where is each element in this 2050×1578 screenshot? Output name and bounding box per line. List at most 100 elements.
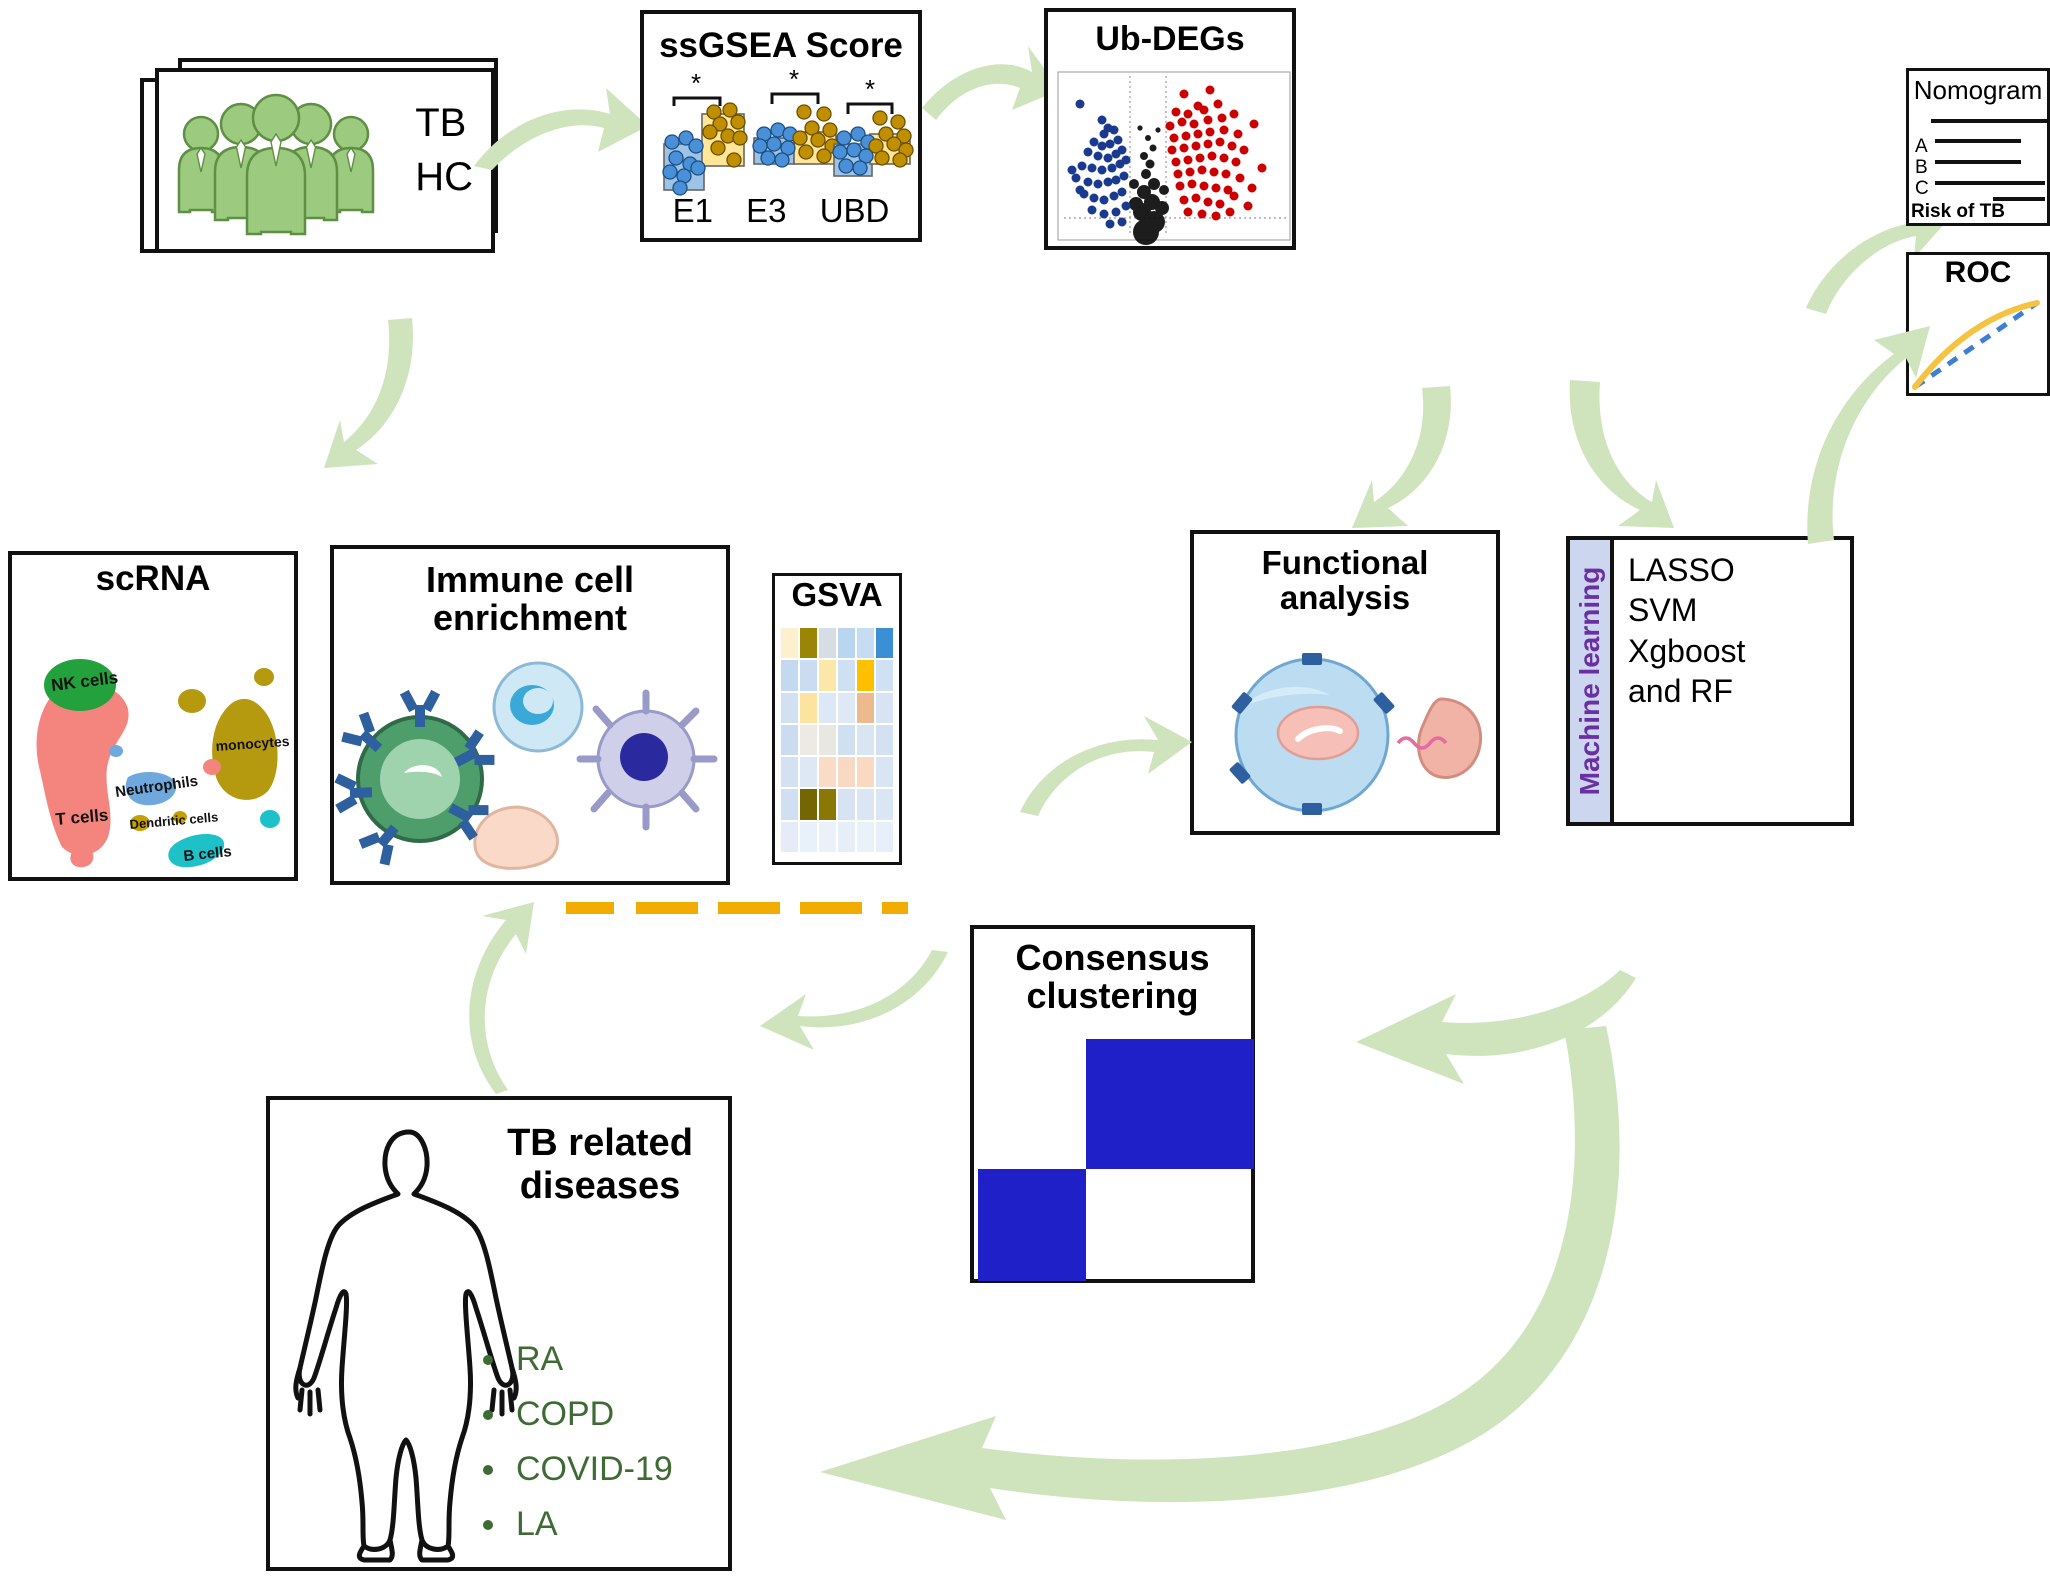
dash-segment-3	[718, 902, 780, 914]
gsva-cell	[876, 757, 893, 788]
svg-text:*: *	[789, 64, 799, 94]
svg-text:*: *	[865, 74, 875, 104]
svg-text:B cells: B cells	[183, 843, 233, 865]
gsva-cell	[781, 628, 798, 659]
arrow-cohort-to-ssgsea	[474, 88, 648, 170]
immune-cells-illustration	[334, 661, 718, 870]
scrna-umap-chart: NK cells T cells Neutrophils monocytes D…	[36, 659, 290, 868]
gsva-cell	[781, 692, 798, 723]
gsva-cell	[857, 757, 874, 788]
gsva-cell	[857, 724, 874, 756]
svg-text:*: *	[691, 68, 701, 98]
gsva-cell	[800, 628, 817, 659]
ml-method-xgboost: Xgboost	[1628, 632, 1746, 669]
gsva-cell	[876, 724, 893, 756]
arrow-ssgsea-to-volcano	[922, 46, 1060, 120]
nomogram-label-a: A	[1915, 136, 1928, 157]
tb-disease-ra: RA	[510, 1332, 673, 1387]
gsva-cell	[800, 660, 817, 691]
gsva-cell	[819, 660, 836, 691]
tb-disease-la: LA	[510, 1497, 673, 1552]
ssgsea-category-e1: E1	[672, 192, 713, 229]
nomogram-panel[interactable]: Nomogram A B C Risk of TB	[1906, 68, 2050, 226]
cohort-group-labels: TB HC	[415, 96, 473, 204]
machine-learning-side-banner: Machine learning	[1570, 540, 1614, 822]
gsva-cell	[781, 660, 798, 691]
cohort-label-tb: TB	[415, 101, 467, 145]
gsva-cell	[876, 692, 893, 723]
gsva-cell	[819, 724, 836, 756]
arrow-machine-learning-to-tb-diseases	[820, 1026, 1620, 1520]
volcano-plot-chart	[1057, 71, 1291, 245]
nomogram-risk-label: Risk of TB	[1911, 201, 2005, 222]
functional-analysis-panel[interactable]: Functional analysis	[1190, 530, 1500, 835]
nomogram-title: Nomogram	[1913, 75, 2043, 105]
tb-disease-copd: COPD	[510, 1387, 673, 1442]
ssgsea-panel[interactable]: ssGSEA Score * * * E1 E3 UBD	[640, 10, 922, 242]
tb-related-diseases-panel[interactable]: TB related diseases RA COPD COVID-19 LA	[266, 1096, 732, 1571]
cohort-label-hc: HC	[415, 155, 473, 199]
gsva-cell	[819, 628, 836, 659]
volcano-title: Ub-DEGs	[1095, 20, 1245, 58]
gsva-cell	[838, 821, 855, 852]
nomogram-label-b: B	[1915, 157, 1928, 178]
gsva-cell	[800, 724, 817, 756]
volcano-panel[interactable]: Ub-DEGs	[1044, 8, 1296, 250]
scrna-panel[interactable]: scRNA NK cells T cells Neutrophils monoc…	[8, 551, 298, 881]
ssgsea-category-ubd: UBD	[819, 192, 890, 229]
ml-method-svm: SVM	[1628, 592, 1698, 629]
tb-related-diseases-title: TB related diseases	[507, 1122, 693, 1208]
arrow-tb-diseases-to-immune	[469, 902, 534, 1094]
machine-learning-side-label: Machine learning	[1574, 566, 1605, 796]
gsva-cell	[781, 724, 798, 756]
gsva-cell	[838, 724, 855, 756]
gsva-cell	[800, 789, 817, 820]
arrow-volcano-to-machine-learning	[1569, 380, 1674, 528]
gsva-cell	[876, 789, 893, 820]
gsva-cell	[819, 821, 836, 852]
cohort-panel[interactable]: TB HC	[155, 68, 495, 253]
cell-signaling-illustration	[1229, 653, 1483, 815]
dash-segment-4	[800, 902, 862, 914]
dash-segment-2	[636, 902, 698, 914]
nomogram-bar-a	[1935, 139, 2021, 143]
gsva-panel[interactable]: GSVA	[772, 573, 902, 865]
gsva-title: GSVA	[791, 576, 883, 613]
dash-segment-5	[882, 902, 908, 914]
gsva-cell	[876, 821, 893, 852]
nomogram-bar-c	[1935, 181, 2045, 185]
nomogram-scales: A B C	[1909, 119, 2049, 200]
machine-learning-panel[interactable]: Machine learning LASSO SVM Xgboost and R…	[1566, 536, 1854, 826]
gsva-cell	[857, 692, 874, 723]
arrow-to-functional-analysis	[1020, 716, 1192, 816]
gsva-cell	[857, 789, 874, 820]
gsva-cell	[800, 692, 817, 723]
gsva-cell	[819, 757, 836, 788]
gsva-cell	[838, 628, 855, 659]
roc-title: ROC	[1944, 256, 2012, 289]
nomogram-row-b: B	[1913, 157, 2043, 179]
tb-disease-covid19: COVID-19	[510, 1442, 673, 1497]
people-group-icon	[177, 93, 375, 236]
machine-learning-methods-list: LASSO SVM Xgboost and RF	[1628, 550, 1745, 711]
immune-enrichment-title: Immune cell enrichment	[425, 559, 635, 638]
arrow-volcano-to-functional	[1352, 386, 1451, 528]
ml-method-lasso: LASSO	[1628, 552, 1735, 588]
gsva-heatmap	[781, 628, 893, 852]
gsva-cell	[800, 821, 817, 852]
ssgsea-title: ssGSEA Score	[659, 26, 903, 65]
gsva-cell	[819, 789, 836, 820]
functional-analysis-title: Functional analysis	[1261, 544, 1429, 616]
gsva-cell	[781, 757, 798, 788]
gsva-cell	[781, 821, 798, 852]
nomogram-scale-top	[1931, 119, 2049, 123]
gsva-cell	[857, 821, 874, 852]
gsva-cell	[819, 692, 836, 723]
immune-enrichment-panel[interactable]: Immune cell enrichment	[330, 545, 730, 885]
arrow-machine-learning-to-roc	[1807, 326, 1930, 544]
ssgsea-category-labels: E1 E3 UBD	[644, 192, 918, 230]
gsva-cell	[838, 789, 855, 820]
gsva-cell	[876, 628, 893, 659]
gsva-cell	[838, 757, 855, 788]
gsva-cell	[800, 757, 817, 788]
